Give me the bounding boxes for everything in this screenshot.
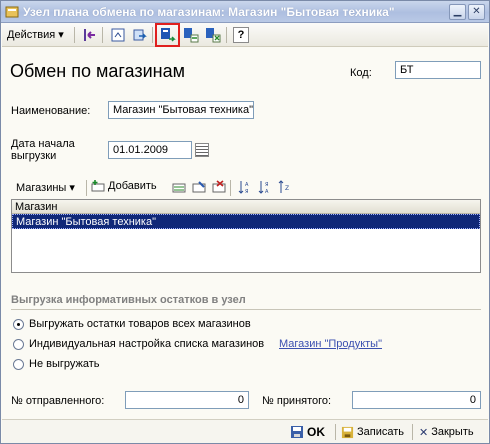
delete-row-icon: [212, 180, 225, 193]
svg-text:A: A: [245, 182, 249, 188]
sort-settings-button[interactable]: Z: [275, 178, 294, 196]
toolbar-separator: [335, 424, 336, 440]
svg-text:A: A: [265, 189, 269, 194]
received-number-field[interactable]: 0: [352, 391, 481, 409]
find-icon: [111, 28, 124, 42]
close-button[interactable]: ✕ Закрыть: [419, 424, 474, 440]
sent-number-field[interactable]: 0: [125, 391, 249, 409]
refresh-button[interactable]: [130, 26, 149, 44]
shops-menu[interactable]: Магазины ▾: [16, 181, 75, 194]
exchange-export-icon: [183, 28, 198, 43]
add-row-icon: [91, 180, 105, 192]
svg-text:Я: Я: [245, 189, 248, 194]
save-close-icon: [291, 426, 303, 438]
shops-menu-label: Магазины: [16, 182, 67, 194]
radio-no-export[interactable]: [13, 359, 24, 370]
app-icon: [5, 6, 19, 18]
shops-toolbar: Магазины ▾ Добавить A Я Я A Z: [11, 179, 481, 197]
close-icon: ✕: [472, 6, 481, 17]
received-number-label: № принятого:: [262, 395, 332, 407]
toolbar-separator: [152, 27, 153, 43]
minimize-icon: ▁: [453, 6, 462, 17]
toolbar-separator: [102, 27, 103, 43]
footer-bar: OK Записать ✕ Закрыть: [2, 419, 488, 443]
help-icon: ?: [237, 29, 245, 41]
sort-descending-icon: Я A: [258, 181, 269, 194]
copy-row-icon: [172, 183, 185, 193]
close-label: Закрыть: [431, 426, 474, 438]
window-title: Узел плана обмена по магазинам: Магазин …: [23, 5, 395, 19]
date-label-line2: выгрузки: [11, 150, 57, 162]
minimize-button[interactable]: ▁: [449, 4, 466, 20]
close-icon: ✕: [419, 426, 429, 439]
balances-section-title: Выгрузка информативных остатков в узел: [11, 294, 246, 306]
save-button[interactable]: Записать: [341, 424, 404, 440]
close-window-button[interactable]: ✕: [468, 4, 485, 20]
ok-label: OK: [307, 425, 325, 439]
sort-settings-icon: Z: [278, 180, 289, 193]
edit-row-icon: [192, 181, 205, 193]
exchange-highlighted-icon: [160, 28, 176, 42]
toolbar: Действия ▾ ?: [2, 23, 488, 47]
svg-text:Z: Z: [285, 185, 289, 192]
exchange-import-button[interactable]: [203, 26, 222, 44]
back-button[interactable]: [80, 26, 99, 44]
radio-all-shops-label[interactable]: Выгружать остатки товаров всех магазинов: [29, 318, 251, 330]
actions-menu[interactable]: Действия ▾: [7, 28, 64, 41]
toolbar-separator: [230, 180, 231, 196]
dropdown-arrow-icon: ▾: [69, 182, 75, 194]
radio-no-export-label[interactable]: Не выгружать: [29, 358, 100, 370]
toolbar-separator: [74, 27, 75, 43]
calendar-icon[interactable]: [195, 143, 209, 157]
sent-number-label: № отправленного:: [11, 395, 105, 407]
save-icon: [341, 426, 354, 438]
toolbar-separator: [226, 27, 227, 43]
title-bar[interactable]: Узел плана обмена по магазинам: Магазин …: [1, 1, 489, 23]
section-divider: [11, 309, 481, 310]
help-button[interactable]: ?: [233, 27, 249, 43]
individual-shops-link[interactable]: Магазин "Продукты": [279, 338, 382, 350]
sort-asc-button[interactable]: A Я: [235, 178, 254, 196]
radio-individual-shops-label[interactable]: Индивидуальная настройка списка магазино…: [29, 338, 264, 350]
radio-all-shops[interactable]: [13, 319, 24, 330]
refresh-icon: [133, 29, 147, 41]
add-shop-button[interactable]: Добавить: [91, 179, 157, 193]
shops-column-header[interactable]: Магазин: [12, 200, 480, 214]
save-label: Записать: [357, 426, 405, 438]
form-title: Обмен по магазинам: [10, 61, 185, 81]
name-field[interactable]: Магазин "Бытовая техника": [108, 101, 254, 119]
ok-button[interactable]: OK: [290, 424, 325, 440]
dropdown-arrow-icon: ▾: [58, 29, 64, 41]
radio-individual-shops[interactable]: [13, 339, 24, 350]
exchange-button[interactable]: [155, 23, 180, 47]
actions-menu-label: Действия: [7, 29, 56, 41]
toolbar-separator: [412, 424, 413, 440]
exchange-node-window: Узел плана обмена по магазинам: Магазин …: [0, 0, 490, 444]
delete-row-button[interactable]: [209, 178, 228, 196]
sort-desc-button[interactable]: Я A: [255, 178, 274, 196]
sort-ascending-icon: A Я: [238, 181, 249, 194]
add-shop-label: Добавить: [108, 180, 157, 192]
code-label: Код:: [350, 67, 372, 79]
date-field[interactable]: 01.01.2009: [108, 141, 192, 159]
exchange-export-button[interactable]: [181, 26, 200, 44]
svg-text:Я: Я: [265, 182, 268, 188]
back-arrow-icon: [83, 29, 95, 41]
shops-table[interactable]: Магазин Магазин "Бытовая техника": [11, 199, 481, 273]
name-label: Наименование:: [11, 105, 91, 117]
copy-row-button[interactable]: [169, 178, 188, 196]
date-label-line1: Дата начала: [11, 138, 75, 150]
edit-row-button[interactable]: [189, 178, 208, 196]
find-button[interactable]: [108, 26, 127, 44]
exchange-import-icon: [205, 28, 220, 43]
table-row[interactable]: Магазин "Бытовая техника": [12, 214, 480, 229]
toolbar-separator: [86, 180, 87, 196]
code-field[interactable]: БТ: [395, 61, 481, 79]
